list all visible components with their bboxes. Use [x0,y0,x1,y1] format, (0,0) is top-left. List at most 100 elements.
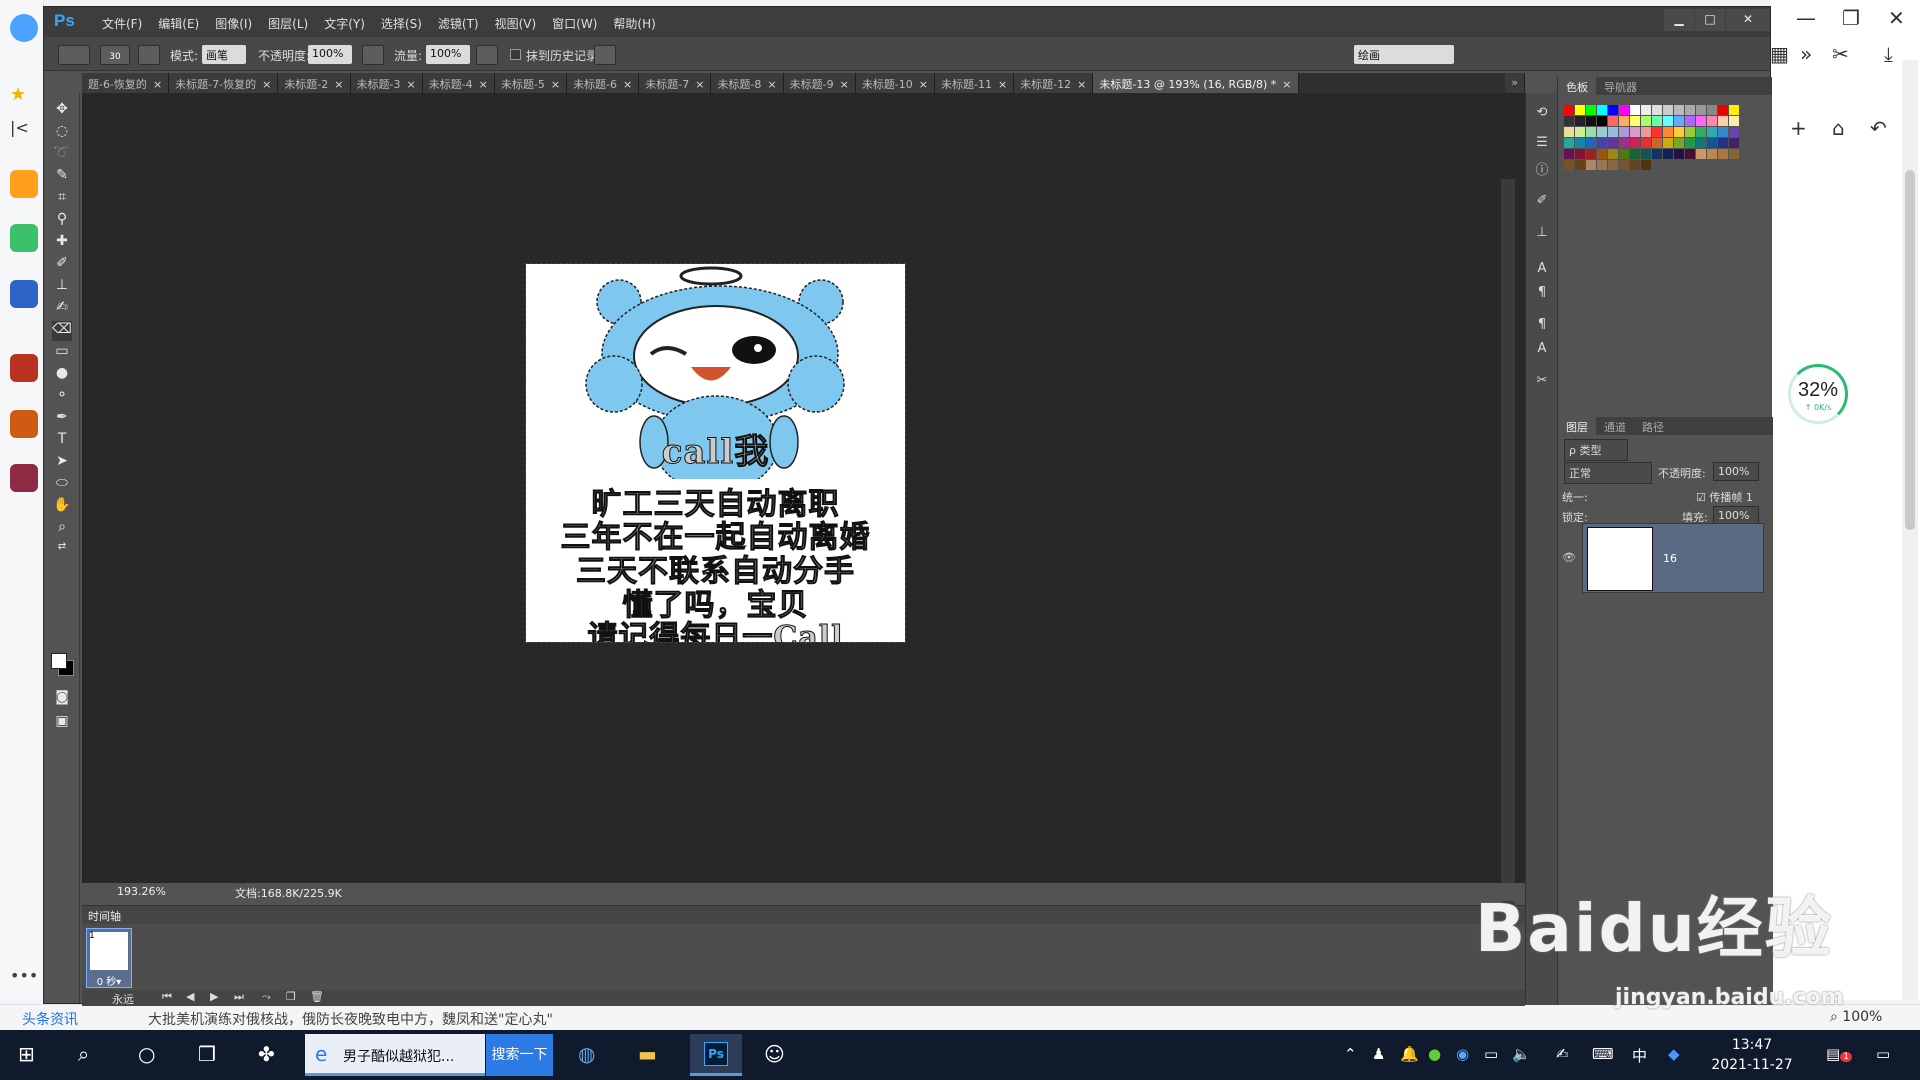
color-swatch[interactable] [1729,116,1739,126]
document-canvas[interactable]: call我 旷工三天自动离职 三年不在一起自动离婚 三天不联系自动分手 懂了吗，… [525,263,906,643]
tab-close-icon[interactable]: × [998,78,1007,91]
layer-opacity-input[interactable]: 100% [1713,462,1759,481]
color-swatch[interactable] [1575,105,1585,115]
color-swatch[interactable] [1674,149,1684,159]
color-swatch[interactable] [1729,138,1739,148]
tab-close-icon[interactable]: × [262,78,271,91]
color-swatch[interactable] [1674,105,1684,115]
tab-close-icon[interactable]: × [406,78,415,91]
add-icon[interactable]: + [1790,116,1807,140]
tab-layers[interactable]: 图层 [1558,417,1596,435]
color-swatch[interactable] [1685,138,1695,148]
color-swatch[interactable] [1597,105,1607,115]
document-tab[interactable]: 未标题-3 × [350,73,423,93]
color-swatch[interactable] [1707,105,1717,115]
paragraph-panel-icon[interactable]: ¶ [1533,285,1551,303]
color-swatch[interactable] [1564,160,1574,170]
color-swatch[interactable] [1663,116,1673,126]
notification-icon[interactable]: ▤ 1 [1826,1045,1852,1063]
favorites-star-icon[interactable]: ★ [10,84,38,112]
menu-item-9[interactable]: 帮助(H) [605,15,663,32]
document-tab[interactable]: 未标题-13 @ 193% (16, RGB/8) * × [1093,73,1299,93]
color-swatch[interactable] [1729,149,1739,159]
tray-keyboard-icon[interactable]: ⌨ [1592,1045,1614,1063]
color-swatch[interactable] [1696,105,1706,115]
tab-close-icon[interactable]: × [1077,78,1086,91]
tray-bell-icon[interactable]: 🔔 [1400,1045,1419,1063]
document-tab[interactable]: 题-6-恢复的 × [82,73,170,93]
document-tab[interactable]: 未标题-10 × [855,73,935,93]
screen-mode-icon[interactable]: ▣ [52,713,72,733]
undo-icon[interactable]: ↶ [1870,116,1887,140]
pressure-opacity-icon[interactable] [362,45,384,65]
color-swatch[interactable] [1597,116,1607,126]
document-tab[interactable]: 未标题-6 × [567,73,640,93]
restore-icon[interactable]: ❐ [1842,6,1860,30]
color-swatch[interactable] [1586,138,1596,148]
tray-volume-icon[interactable]: 🔈 [1512,1045,1531,1063]
timeline-frame[interactable]: 1 0 秒▾ [86,928,132,988]
color-swatch[interactable] [1586,160,1596,170]
stamp-tool-icon[interactable]: ⊥ [52,277,72,297]
tab-close-icon[interactable]: × [479,78,488,91]
eyedropper-tool-icon[interactable]: ⚲ [52,211,72,231]
color-swatch[interactable] [1608,105,1618,115]
color-swatch[interactable] [1630,105,1640,115]
ime-indicator[interactable]: 中 [1632,1045,1647,1066]
gift-icon[interactable]: ⌂ [1832,116,1845,140]
ps-maximize-button[interactable]: □ [1695,9,1725,31]
action-center-icon[interactable]: ▭ [1876,1045,1890,1063]
character-panel-icon[interactable]: A [1533,261,1551,279]
zoom-level[interactable]: 193.26% [117,885,166,898]
type-tool-icon[interactable]: T [52,431,72,451]
color-swatch[interactable] [1641,138,1651,148]
game-app-icon-2[interactable] [10,410,38,438]
swap-colors-icon[interactable]: ⇄ [52,541,72,561]
color-swatch[interactable] [1619,149,1629,159]
workspace-select[interactable]: 绘画 [1354,45,1454,64]
healing-tool-icon[interactable]: ✚ [52,233,72,253]
word-app-icon[interactable] [10,280,38,308]
color-swatch[interactable] [1608,116,1618,126]
quick-select-tool-icon[interactable]: ✎ [52,167,72,187]
tab-close-icon[interactable]: × [551,78,560,91]
pen-tool-icon[interactable]: ✒ [52,409,72,429]
tab-paths[interactable]: 路径 [1634,417,1672,435]
search-button[interactable]: 搜索一下 [486,1034,553,1076]
canvas-area[interactable]: call我 旷工三天自动离职 三年不在一起自动离婚 三天不联系自动分手 懂了吗，… [82,93,1525,971]
zoom-tool-icon[interactable]: ⌕ [52,519,72,539]
brush-tool-icon[interactable]: ✐ [52,255,72,275]
network-speed-widget[interactable]: 32% ↑ 0K/s [1788,364,1848,424]
color-swatch[interactable] [1630,116,1640,126]
scissors-icon[interactable]: ✂ [1832,42,1849,66]
color-swatch[interactable] [1663,105,1673,115]
tray-app-icon-4[interactable]: ◆ [1668,1045,1680,1063]
history-panel-icon[interactable]: ⟲ [1533,105,1551,123]
file-explorer-icon[interactable]: ▬ [638,1042,657,1066]
foreground-color-swatch[interactable] [51,653,67,669]
tool-presets-icon[interactable]: ✂ [1533,373,1551,391]
collapse-icon[interactable]: |< [10,118,38,146]
menu-item-5[interactable]: 选择(S) [373,15,430,32]
airbrush-icon[interactable] [476,45,498,65]
browser-scrollbar[interactable] [1902,60,1918,1000]
layer-visibility-eye-icon[interactable]: 👁 [1562,551,1576,564]
color-swatch[interactable] [1696,149,1706,159]
color-swatch[interactable] [1718,138,1728,148]
color-swatch[interactable] [1652,127,1662,137]
download-icon[interactable]: ⤓ [1884,42,1893,66]
color-swatch[interactable] [1674,116,1684,126]
flow-input[interactable]: 100% [426,45,470,64]
color-swatch[interactable] [1663,149,1673,159]
tab-close-icon[interactable]: × [919,78,928,91]
eraser-tool-icon[interactable]: ⌫ [52,321,72,341]
color-swatch[interactable] [1652,105,1662,115]
clock-app-icon[interactable] [10,224,38,252]
color-swatch[interactable] [1564,116,1574,126]
layer-name[interactable]: 16 [1663,552,1677,565]
color-swatch[interactable] [1586,105,1596,115]
photoshop-task-button[interactable]: Ps [690,1034,742,1076]
color-swatch[interactable] [1564,127,1574,137]
gradient-tool-icon[interactable]: ▭ [52,343,72,363]
color-swatch[interactable] [1663,127,1673,137]
